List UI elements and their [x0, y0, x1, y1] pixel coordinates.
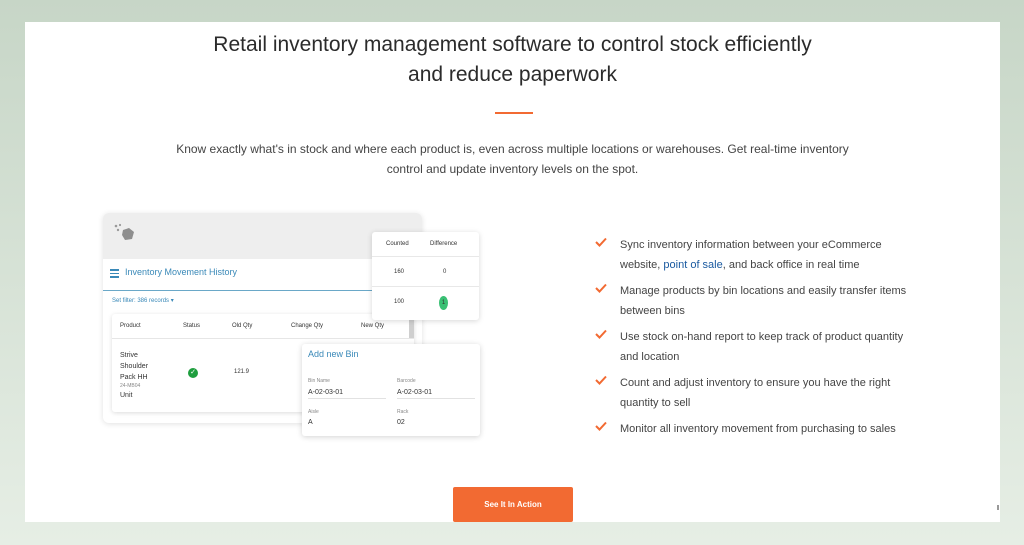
rack-field[interactable]: 02	[397, 419, 475, 428]
rack-label: Rack	[397, 409, 409, 415]
checkmark-icon	[595, 375, 607, 385]
product-name-line-3: Pack HH	[120, 374, 148, 381]
column-header-old-qty: Old Qty	[232, 323, 253, 329]
description-line-1: Know exactly what's in stock and where e…	[176, 142, 849, 156]
counted-difference-card: Counted Difference 160 0 100 1	[372, 232, 479, 320]
card-divider	[372, 256, 479, 257]
barcode-label: Barcode	[397, 378, 416, 384]
header-divider	[112, 338, 414, 339]
table-row-product: Strive Shoulder Pack HH 24-MB04 Unit	[120, 350, 148, 401]
edge-marker	[997, 505, 999, 510]
page-description: Know exactly what's in stock and where e…	[165, 139, 860, 179]
card-divider	[372, 286, 479, 287]
difference-value-1: 0	[443, 269, 447, 275]
counted-value-1: 160	[394, 269, 405, 275]
status-check-icon: ✓	[188, 368, 198, 378]
feature-text-segment: website,	[620, 259, 664, 271]
aisle-label: Aisle	[308, 409, 319, 415]
inventory-movement-title: Inventory Movement History	[125, 267, 238, 277]
column-header-new-qty: New Qty	[361, 323, 385, 329]
column-header-status: Status	[183, 323, 201, 329]
difference-header: Difference	[430, 241, 458, 247]
see-it-in-action-button[interactable]: See It In Action	[453, 487, 573, 522]
feature-text: Count and adjust inventory to ensure you…	[620, 373, 950, 413]
feature-line: Count and adjust inventory to ensure you…	[620, 377, 891, 389]
title-divider	[495, 112, 533, 114]
feature-text: Manage products by bin locations and eas…	[620, 281, 950, 321]
records-filter[interactable]: Set filter: 386 records ▾	[112, 297, 174, 304]
feature-text: Use stock on-hand report to keep track o…	[620, 327, 950, 367]
feature-line: between bins	[620, 305, 685, 317]
barcode-field[interactable]: A-02-03-01	[397, 389, 475, 399]
feature-line: quantity to sell	[620, 397, 691, 409]
checkmark-icon	[595, 283, 607, 293]
add-new-bin-card: Add new Bin Bin Name A-02-03-01 Barcode …	[302, 344, 480, 436]
content-panel: Retail inventory management software to …	[25, 22, 1000, 522]
feature-line: and location	[620, 351, 680, 363]
feature-line: website, point of sale, and back office …	[620, 255, 950, 275]
checkmark-icon	[595, 329, 607, 339]
page-title: Retail inventory management software to …	[25, 30, 1000, 90]
product-sku: 24-MB04	[120, 383, 141, 389]
checkmark-icon	[595, 237, 607, 247]
add-bin-title: Add new Bin	[308, 349, 359, 359]
feature-line: Use stock on-hand report to keep track o…	[620, 331, 904, 343]
description-line-2: control and update inventory levels on t…	[386, 162, 639, 176]
product-name-line-1: Strive	[120, 352, 138, 359]
feature-line: Manage products by bin locations and eas…	[620, 285, 907, 297]
feature-text: Sync inventory information between your …	[620, 235, 950, 275]
point-of-sale-link[interactable]: point of sale	[663, 259, 722, 271]
product-name-line-2: Shoulder	[120, 363, 149, 370]
counted-header: Counted	[386, 241, 409, 247]
product-unit: Unit	[120, 392, 133, 399]
bin-name-field[interactable]: A-02-03-01	[308, 389, 386, 399]
column-header-change-qty: Change Qty	[291, 323, 324, 329]
aisle-field[interactable]: A	[308, 419, 386, 428]
page-title-line-2: and reduce paperwork	[408, 63, 617, 86]
feature-line: Sync inventory information between your …	[620, 239, 882, 251]
app-logo-icon	[114, 223, 134, 240]
feature-line: Monitor all inventory movement from purc…	[620, 423, 896, 435]
old-qty-value: 121.9	[234, 369, 250, 375]
page-title-line-1: Retail inventory management software to …	[213, 33, 812, 56]
difference-value-2: 1	[439, 296, 448, 310]
feature-text-segment: , and back office in real time	[722, 259, 860, 271]
counted-value-2: 100	[394, 299, 405, 305]
feature-text: Monitor all inventory movement from purc…	[620, 419, 950, 439]
menu-icon[interactable]	[110, 269, 119, 278]
bin-name-label: Bin Name	[308, 378, 330, 384]
checkmark-icon	[595, 421, 607, 431]
column-header-product: Product	[120, 323, 141, 329]
